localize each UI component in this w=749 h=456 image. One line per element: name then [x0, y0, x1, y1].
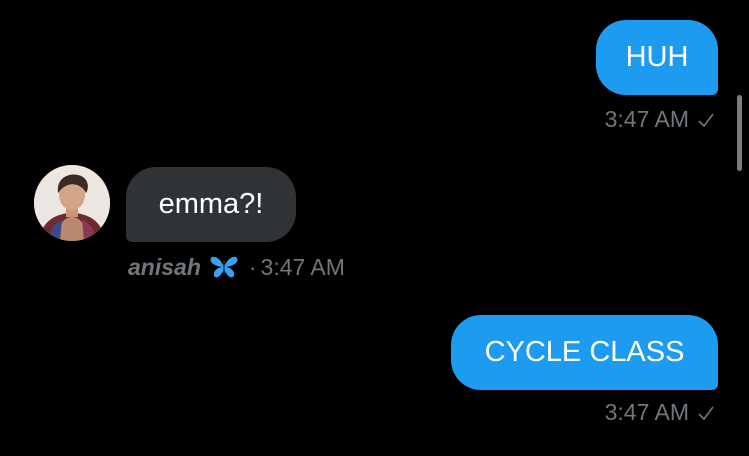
sender-avatar[interactable] [34, 165, 110, 241]
dm-conversation: HUH 3:47 AM emma?! anisah · 3:47 AM CYCL… [0, 0, 749, 456]
message-meta: anisah · 3:47 AM [128, 255, 345, 279]
message-timestamp: 3:47 AM [604, 399, 689, 425]
scrollbar[interactable] [737, 95, 742, 171]
message-timestamp: 3:47 AM [260, 253, 345, 280]
message-text: CYCLE CLASS [484, 336, 685, 368]
sent-check-icon [698, 406, 714, 420]
sender-name[interactable]: anisah [128, 255, 201, 279]
avatar-photo [34, 165, 110, 241]
message-bubble-incoming[interactable]: emma?! [126, 167, 296, 242]
message-timestamp: 3:47 AM [604, 106, 689, 132]
message-bubble-outgoing[interactable]: CYCLE CLASS [451, 315, 718, 390]
message-text: emma?! [158, 188, 264, 220]
message-meta: 3:47 AM [605, 401, 715, 424]
meta-separator: · [248, 253, 257, 280]
message-text: HUH [625, 41, 689, 73]
message-meta: 3:47 AM [605, 108, 715, 131]
sent-check-icon [698, 113, 714, 127]
butterfly-emoji-icon [210, 256, 238, 278]
message-bubble-outgoing[interactable]: HUH [596, 20, 718, 95]
